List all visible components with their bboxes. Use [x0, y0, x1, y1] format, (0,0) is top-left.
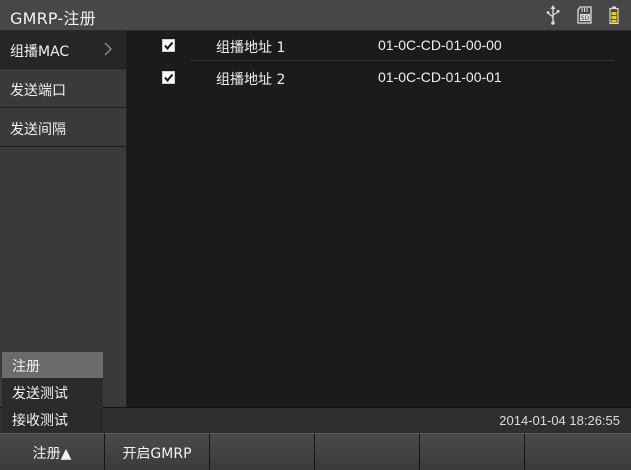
- address-name: 组播地址 1: [216, 40, 286, 56]
- title-bar: GMRP-注册 SD: [0, 0, 631, 31]
- softkey-4[interactable]: [315, 433, 420, 470]
- softkey-bar: 注册▲ 开启GMRP: [0, 433, 631, 470]
- battery-icon: [609, 6, 619, 24]
- mac-address: 01-0C-CD-01-00-00: [378, 37, 502, 53]
- softkey-label: 注册▲: [32, 446, 72, 462]
- softkey-enable-gmrp[interactable]: 开启GMRP: [105, 433, 210, 470]
- menu-item-multicast-mac[interactable]: 组播MAC: [0, 31, 126, 69]
- softkey-5[interactable]: [420, 433, 525, 470]
- chevron-right-icon: [104, 42, 112, 60]
- popup-item-send-test[interactable]: 发送测试: [2, 379, 103, 405]
- popup-item-register[interactable]: 注册: [2, 352, 103, 378]
- menu-item-label: 发送端口: [10, 83, 66, 99]
- menu-item-send-interval[interactable]: 发送间隔: [0, 109, 126, 147]
- popup-item-label: 发送测试: [12, 386, 68, 402]
- checkbox[interactable]: [162, 39, 175, 52]
- popup-item-label: 接收测试: [12, 413, 68, 429]
- mac-address: 01-0C-CD-01-00-01: [378, 69, 502, 85]
- list-item[interactable]: 组播地址 2 01-0C-CD-01-00-01: [127, 63, 631, 93]
- row-divider: [191, 60, 615, 61]
- datetime: 2014-01-04 18:26:55: [499, 413, 620, 428]
- popup-menu: 注册 发送测试 接收测试: [2, 352, 103, 432]
- menu-item-send-port[interactable]: 发送端口: [0, 70, 126, 108]
- left-menu: 组播MAC 发送端口 发送间隔: [0, 31, 127, 407]
- status-icons: SD: [545, 4, 619, 26]
- softkey-register[interactable]: 注册▲: [0, 433, 105, 470]
- menu-item-label: 发送间隔: [10, 122, 66, 138]
- usb-icon: [545, 5, 561, 25]
- softkey-6[interactable]: [525, 433, 631, 470]
- page-title: GMRP-注册: [10, 9, 96, 28]
- checkbox[interactable]: [162, 71, 175, 84]
- softkey-label: 开启GMRP: [122, 446, 192, 462]
- popup-item-receive-test[interactable]: 接收测试: [2, 406, 103, 432]
- address-list: 组播地址 1 01-0C-CD-01-00-00 组播地址 2 01-0C-CD…: [127, 31, 631, 407]
- popup-item-label: 注册: [12, 359, 40, 375]
- softkey-3[interactable]: [210, 433, 315, 470]
- address-name: 组播地址 2: [216, 72, 286, 88]
- list-item[interactable]: 组播地址 1 01-0C-CD-01-00-00: [127, 31, 631, 61]
- menu-item-label: 组播MAC: [10, 44, 70, 60]
- svg-text:SD: SD: [581, 15, 590, 22]
- sd-card-icon: SD: [577, 6, 593, 24]
